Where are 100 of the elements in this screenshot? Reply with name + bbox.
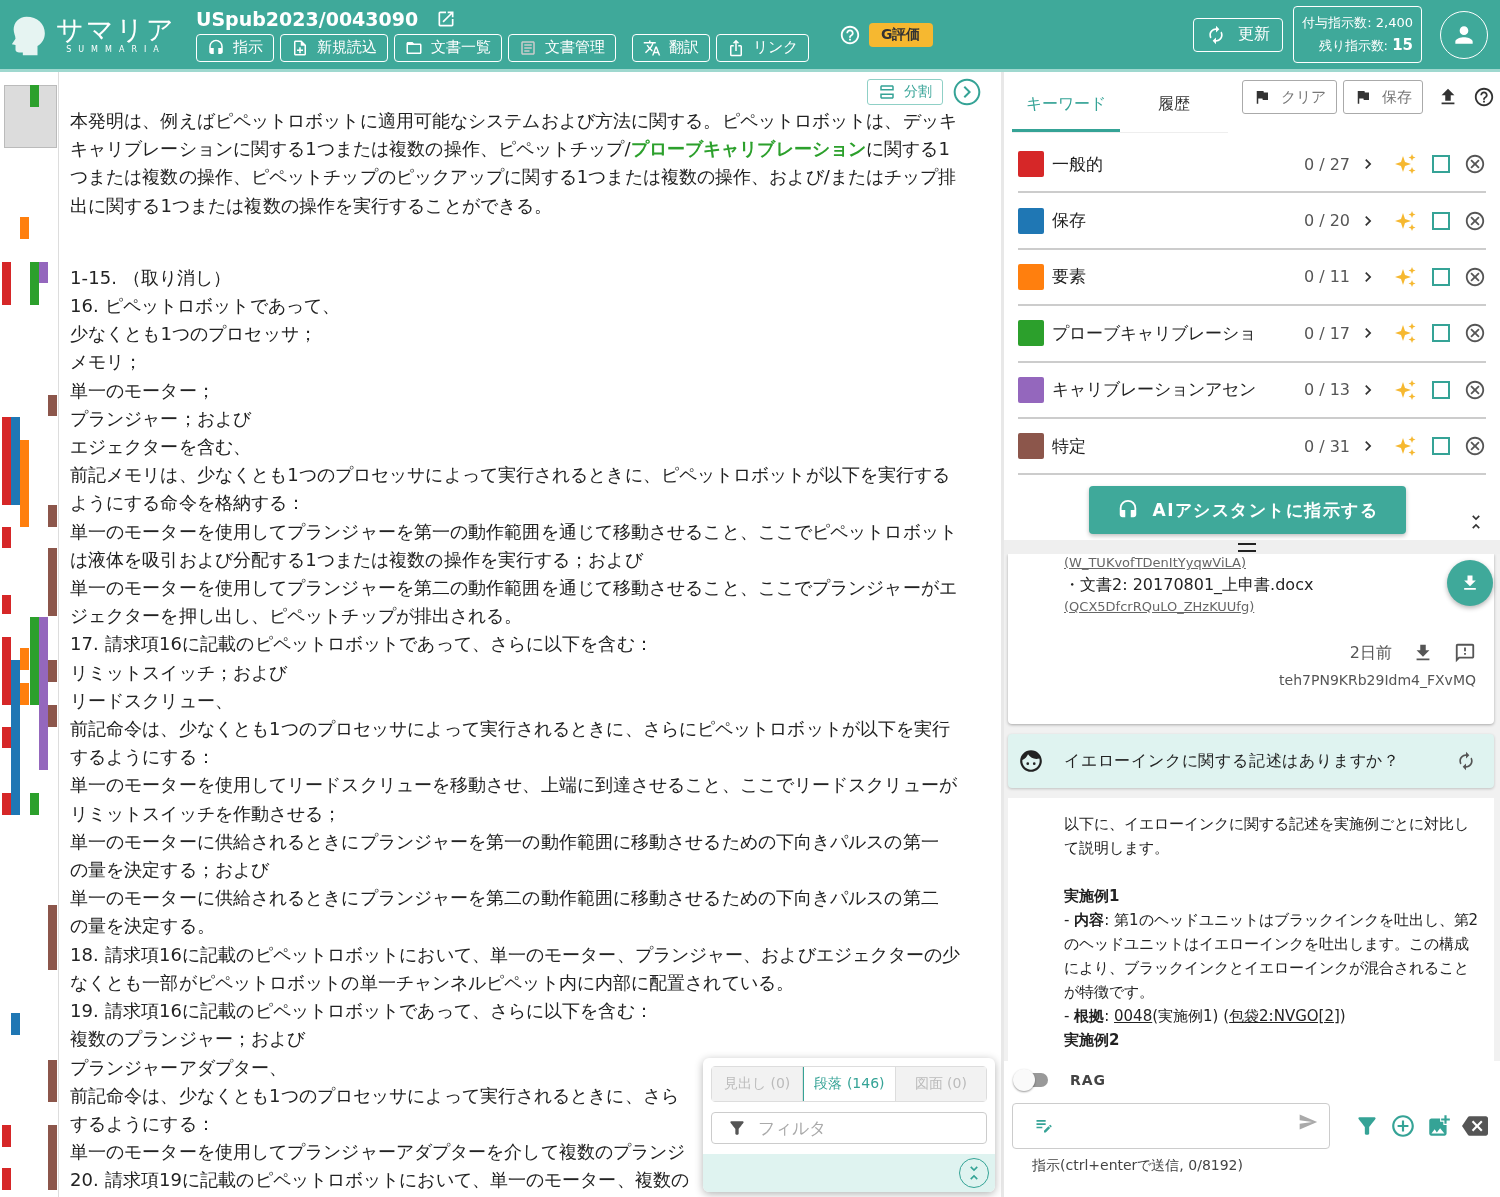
- document-text-line: 単一のモーター；: [70, 378, 215, 403]
- remove-button[interactable]: [1464, 265, 1486, 288]
- answer-heading: 実施例2: [1064, 1030, 1121, 1051]
- document-text-line: リミットスイッチを作動させる；: [70, 801, 342, 826]
- evidence-text: (実施例1) (: [1152, 1007, 1230, 1025]
- toolbar-button[interactable]: 文書一覧: [394, 33, 502, 62]
- remove-button[interactable]: [1464, 322, 1486, 345]
- evidence-text: ): [1339, 1007, 1346, 1025]
- hit-count: 0 / 27: [1303, 154, 1350, 174]
- answer-paragraph: 以下に、イエローインクに関する記述を実施例ごとに対比して説明します。: [1064, 814, 1470, 859]
- document-text-line: 17. 請求項16に記載のピペットロボットであって、さらに以下を含む：: [70, 632, 653, 657]
- refresh-icon: [1456, 751, 1476, 771]
- document-text-line: 単一のモーターを使用してプランジャーを第一の動作範囲を通じて移動させること、ここでピペットロボット: [70, 519, 957, 544]
- toolbar-button[interactable]: 指示: [196, 33, 274, 62]
- document-text-line: 単一のモーターを使用してプランジャーを第二の動作範囲を通じて移動させること、ここでプランジャーがエ: [70, 576, 957, 601]
- document-text-line: 前記メモリは、少なくとも1つのプロセッサによって実行されるときに、ピペットロボットが以下を実行する: [70, 463, 951, 488]
- send-button[interactable]: [1298, 1112, 1318, 1132]
- help-icon: [1473, 86, 1495, 108]
- document-text-line: 単一のモーターに供給されるときにプランジャーを第一の動作範囲に移動させるための下向きパルスの第一: [70, 829, 939, 854]
- question-text: イエローインクに関する記述はありますか？: [1064, 750, 1401, 772]
- regenerate-button[interactable]: [1456, 751, 1476, 771]
- document-text-line: するようにする：: [70, 745, 215, 770]
- input-caption: 指示(ctrl+enterで送信, 0/8192): [1031, 1157, 1244, 1175]
- evidence-link[interactable]: 包袋2:NVGO[2]: [1229, 1007, 1340, 1025]
- document-text-line: キャリブレーションに関する1つまたは複数の操作、ピペットチップ/プローブキャリブレーションに関する1: [70, 137, 950, 162]
- close-icon: [1464, 378, 1486, 401]
- document-link[interactable]: (QCX5DfcrRQuLO_ZHzKUUfg): [1064, 598, 1255, 616]
- checkbox[interactable]: [1432, 267, 1450, 286]
- document-text-line: は液体を吸引および分配する1つまたは複数の操作を実行する；および: [70, 547, 643, 572]
- document-text-line: 単一のモーターを使用してリードスクリューを移動させ、上端に到達させること、ここでリードスクリューが: [70, 773, 957, 798]
- document-text-line: 本発明は、例えばピペットロボットに適用可能なシステムおよび方法に関する。ピペットロボットは、デッキ: [70, 109, 957, 133]
- split-button[interactable]: 分割: [867, 79, 943, 105]
- keyword-name: プローブキャリブレーショ: [1052, 321, 1257, 345]
- checkbox[interactable]: [1432, 324, 1450, 343]
- close-icon: [1464, 435, 1486, 458]
- resize-handle[interactable]: [1004, 540, 1500, 554]
- hit-count: 0 / 11: [1303, 267, 1350, 287]
- evidence-link[interactable]: 0048: [1114, 1007, 1153, 1025]
- document-text-line: の量を決定する。: [70, 914, 215, 939]
- clear-button[interactable]: クリア: [1242, 80, 1337, 114]
- panel-tab[interactable]: 履歴: [1120, 80, 1228, 132]
- document-icon: [519, 38, 537, 57]
- next-button[interactable]: [951, 76, 983, 108]
- checkbox[interactable]: [1432, 155, 1450, 174]
- document-text-line: ジェクターを押し出し、ピペットチップが排出される。: [70, 604, 523, 629]
- filter-tab[interactable]: 段落 (146): [803, 1067, 896, 1101]
- toolbar-button[interactable]: リンク: [716, 33, 809, 62]
- remove-button[interactable]: [1464, 209, 1486, 232]
- instruction-field[interactable]: [1012, 1103, 1330, 1149]
- document-text-line: 単一のモーターに供給されるときにプランジャーを第二の動作範囲に移動させるための下向きパルスの第二: [70, 886, 939, 911]
- backspace-icon: [1462, 1113, 1488, 1139]
- avatar-button[interactable]: [1440, 10, 1488, 59]
- refresh-button[interactable]: 更新: [1193, 17, 1284, 52]
- document-text-line: 出に関する1つまたは複数の操作を実行することができる。: [70, 193, 553, 218]
- remove-button[interactable]: [1464, 435, 1486, 458]
- hit-count: 0 / 13: [1303, 380, 1350, 400]
- feedback-icon: [1454, 642, 1476, 664]
- ai-assistant-button[interactable]: AIアシスタントに指示する: [1089, 486, 1406, 535]
- add-button[interactable]: [1390, 1113, 1416, 1139]
- document-text-line: 1-15. （取り消し）: [70, 265, 232, 290]
- close-icon: [1464, 209, 1486, 232]
- checkbox[interactable]: [1432, 211, 1450, 230]
- document-text-line: 20. 請求項19に記載のピペットロボットにおいて、単一のモーター、複数の: [70, 1168, 689, 1193]
- record-id: teh7PN9KRb29Idm4_FXvMQ: [1278, 672, 1476, 688]
- translate-icon: [643, 38, 661, 57]
- remove-button[interactable]: [1464, 378, 1486, 401]
- feedback-button[interactable]: [1454, 642, 1476, 664]
- answer-heading: 実施例1: [1064, 886, 1121, 907]
- checkbox[interactable]: [1432, 437, 1450, 456]
- evidence-label: - 根拠:: [1064, 1007, 1111, 1025]
- document-text-line: 少なくとも1つのプロセッサ；: [70, 322, 317, 347]
- document-text-line: エジェクターを含む、: [70, 435, 251, 460]
- document-text-line: ようにする命令を格納する：: [70, 491, 306, 516]
- panel-tab[interactable]: キーワード: [1012, 80, 1120, 132]
- toolbar-button[interactable]: 翻訳: [632, 33, 710, 62]
- toolbar-button[interactable]: 新規読込: [280, 33, 388, 62]
- hit-count: 0 / 31: [1303, 436, 1350, 456]
- answer-paragraph: - 内容: 第1のヘッドユニットはブラックインクを吐出し、第2のヘッドユニットはイエローインクを吐出します。この構成により、ブラックインクとイエローインクが混合されることが特徴です。: [1064, 910, 1480, 1003]
- share-icon: [727, 38, 745, 57]
- document-text-line: 前記命令は、少なくとも1つのプロセッサによって実行されるときに、さらにピペットロボットが以下を実行: [70, 717, 951, 742]
- document-link[interactable]: (W_TUKvofTDenItYyqwViLA): [1064, 554, 1246, 572]
- checkbox[interactable]: [1432, 380, 1450, 399]
- toolbar-button[interactable]: 文書管理: [508, 33, 616, 62]
- document-text-line: 前記命令は、少なくとも1つのプロセッサによって実行されるときに、さら: [70, 1083, 679, 1108]
- document-text-line: つまたは複数の操作、ピペットチップのピックアップに関する1つまたは複数の操作、および/またはチップ排: [70, 165, 957, 190]
- document-title: USpub2023/0043090: [196, 7, 419, 30]
- clear-input-button[interactable]: [1462, 1113, 1488, 1139]
- document-text-line: リミットスイッチ；および: [70, 660, 288, 685]
- document-text-line: 18. 請求項16に記載のピペットロボットにおいて、単一のモーター、プランジャー、およびエジェクターの少: [70, 942, 961, 967]
- filter-field[interactable]: フィルタ: [711, 1112, 987, 1144]
- split-view-icon: [878, 83, 896, 101]
- timestamp: 2日前: [1349, 642, 1392, 664]
- remove-button[interactable]: [1464, 153, 1486, 176]
- headphones-icon: [207, 38, 225, 57]
- document-text-line: 19. 請求項16に記載のピペットロボットであって、さらに以下を含む：: [70, 999, 653, 1024]
- keyword-name: 特定: [1052, 434, 1087, 458]
- granted-count: 付与指示数: 2,400: [1302, 14, 1413, 32]
- save-button[interactable]: 保存: [1343, 80, 1423, 114]
- document-text-line: プランジャーアダプター、: [70, 1055, 288, 1080]
- add-image-button[interactable]: [1426, 1113, 1452, 1139]
